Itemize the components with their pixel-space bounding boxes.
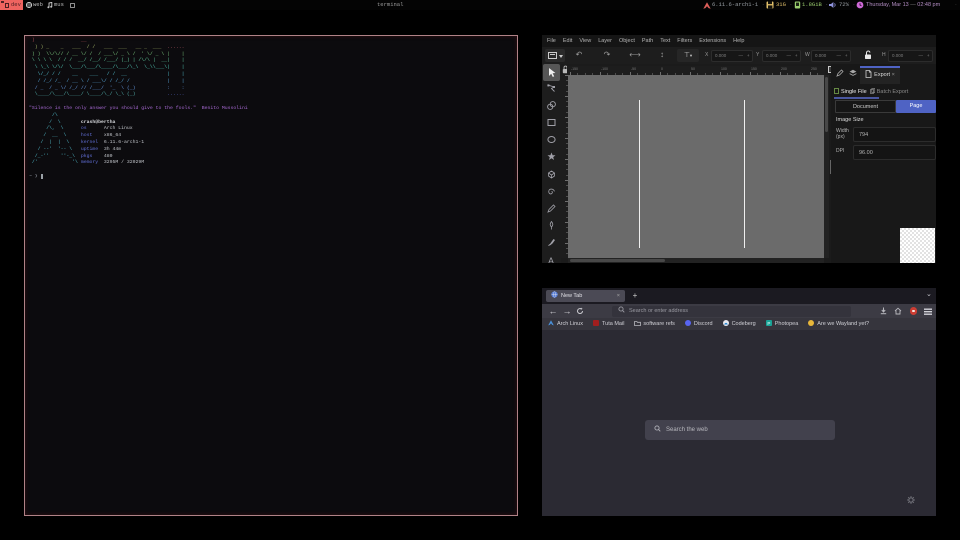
svg-text:A: A <box>548 256 554 264</box>
svg-text:P: P <box>767 320 770 325</box>
